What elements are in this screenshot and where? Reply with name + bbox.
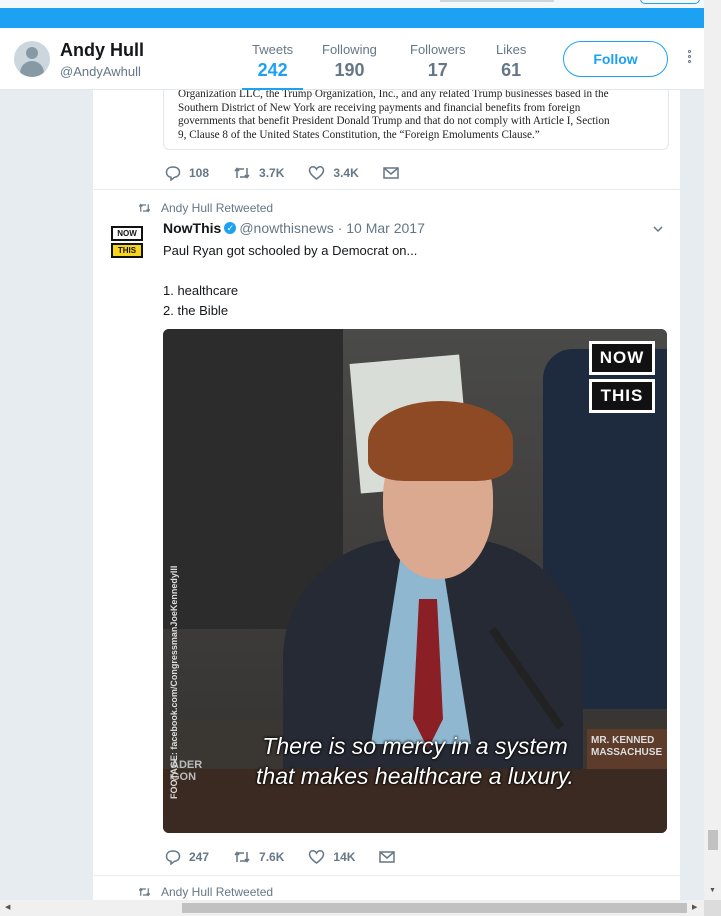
scrollbar-corner <box>704 900 721 916</box>
reply-icon <box>165 850 181 865</box>
profile-name[interactable]: Andy Hull <box>60 40 144 61</box>
reply-button[interactable]: 247 <box>165 849 209 865</box>
stat-tweets[interactable]: Tweets 242 <box>241 42 304 91</box>
tweet-divider <box>93 875 680 876</box>
tweet-button-edge <box>640 0 700 4</box>
reply-button[interactable]: 108 <box>165 165 209 181</box>
like-button[interactable]: 3.4K <box>308 165 359 181</box>
stat-value: 61 <box>501 60 522 80</box>
avatar-head <box>26 47 38 59</box>
document-line: governments that benefit President Donal… <box>178 115 610 128</box>
retweet-button[interactable]: 3.7K <box>233 165 284 181</box>
tweet-text-line: 1. healthcare <box>163 283 239 298</box>
like-button[interactable]: 14K <box>308 849 355 865</box>
stat-label: Followers <box>410 42 466 57</box>
video-hair <box>368 401 513 481</box>
author-handle[interactable]: @nowthisnews <box>239 220 333 236</box>
scroll-right-arrow-icon[interactable]: ▶ <box>692 903 697 911</box>
tweet-author: NowThis ✓ @nowthisnews · 10 Mar 2017 <box>163 220 425 236</box>
stat-value: 242 <box>257 60 288 80</box>
tweet-date[interactable]: · 10 Mar 2017 <box>338 220 425 236</box>
message-icon <box>379 851 396 863</box>
stat-value: 190 <box>334 60 365 80</box>
stat-label: Tweets <box>252 42 294 57</box>
tweet-text-line: Paul Ryan got schooled by a Democrat on.… <box>163 243 418 258</box>
more-icon[interactable] <box>685 50 693 68</box>
author-avatar[interactable]: NOW THIS <box>111 226 143 262</box>
logo-now: NOW <box>111 226 143 241</box>
tweet-actions: 247 7.6K 14K <box>165 847 427 867</box>
author-name[interactable]: NowThis <box>163 220 221 236</box>
retweet-icon <box>234 851 250 863</box>
video-player[interactable]: MR. KENNED MASSACHUSE ADER GON NOW THIS … <box>163 329 667 833</box>
reply-icon <box>165 166 181 181</box>
caption-line: that makes healthcare a luxury. <box>256 763 574 789</box>
message-button[interactable] <box>379 850 403 864</box>
retweet-button[interactable]: 7.6K <box>233 849 284 865</box>
horizontal-scrollbar[interactable]: ◀ ▶ <box>0 900 704 916</box>
scroll-down-arrow-icon[interactable]: ▼ <box>709 887 716 894</box>
like-count: 3.4K <box>333 166 359 180</box>
avatar[interactable] <box>14 41 50 77</box>
retweet-context: Andy Hull Retweeted <box>137 201 273 215</box>
tweet-text: Paul Ryan got schooled by a Democrat on.… <box>163 241 417 321</box>
message-button[interactable] <box>383 166 407 180</box>
stat-following[interactable]: Following 190 <box>322 42 377 81</box>
retweet-icon <box>138 887 151 897</box>
search-bar-edge <box>440 0 554 2</box>
scroll-left-arrow-icon[interactable]: ◀ <box>5 903 10 911</box>
vertical-scrollbar[interactable]: ▼ <box>704 0 721 900</box>
stat-label: Likes <box>496 42 527 57</box>
nowthis-badge: NOW THIS <box>589 341 655 417</box>
tweet-text-line: 2. the Bible <box>163 303 229 318</box>
caption-line: There is so mercy in a system <box>262 733 568 759</box>
reply-count: 108 <box>189 166 210 180</box>
profile-nav-bar: Andy Hull @AndyAwhull Tweets 242 Followi… <box>0 28 704 91</box>
like-icon <box>309 166 325 180</box>
retweet-count: 3.7K <box>259 166 285 180</box>
retweet-context-label[interactable]: Andy Hull Retweeted <box>161 201 273 215</box>
document-line: 9, Clause 8 of the United States Constit… <box>178 128 540 141</box>
like-count: 14K <box>333 850 356 864</box>
profile-handle[interactable]: @AndyAwhull <box>60 64 141 79</box>
timeline: Organization LLC, the Trump Organization… <box>93 90 680 900</box>
avatar-body <box>20 61 44 77</box>
document-line: Organization LLC, the Trump Organization… <box>178 90 609 100</box>
stat-likes[interactable]: Likes 61 <box>496 42 526 81</box>
scrollbar-thumb[interactable] <box>182 903 687 913</box>
retweet-context-label[interactable]: Andy Hull Retweeted <box>161 885 273 899</box>
video-caption: There is so mercy in a system that makes… <box>163 731 667 791</box>
stat-followers[interactable]: Followers 17 <box>410 42 466 81</box>
retweet-context: Andy Hull Retweeted <box>137 885 273 899</box>
stat-value: 17 <box>427 60 448 80</box>
verified-icon: ✓ <box>224 222 237 234</box>
retweet-icon <box>234 167 250 179</box>
badge-this: THIS <box>589 379 655 413</box>
badge-now: NOW <box>589 341 655 375</box>
retweet-count: 7.6K <box>259 850 285 864</box>
tweet[interactable]: Organization LLC, the Trump Organization… <box>93 90 680 190</box>
document-line: Southern District of New York are receiv… <box>178 101 581 114</box>
reply-count: 247 <box>189 850 210 864</box>
tweet-text-line <box>163 261 417 281</box>
document-image[interactable]: Organization LLC, the Trump Organization… <box>163 90 669 150</box>
scrollbar-thumb[interactable] <box>708 830 718 850</box>
retweet-icon <box>138 203 151 213</box>
stat-label: Following <box>322 42 377 57</box>
message-icon <box>383 167 399 179</box>
profile-header-banner <box>0 8 704 28</box>
browser-top-strip <box>0 0 704 8</box>
chevron-down-icon[interactable] <box>653 224 663 234</box>
logo-this: THIS <box>111 243 143 258</box>
tweet-actions: 108 3.7K 3.4K <box>165 163 431 183</box>
follow-button[interactable]: Follow <box>563 41 668 77</box>
like-icon <box>309 850 325 864</box>
